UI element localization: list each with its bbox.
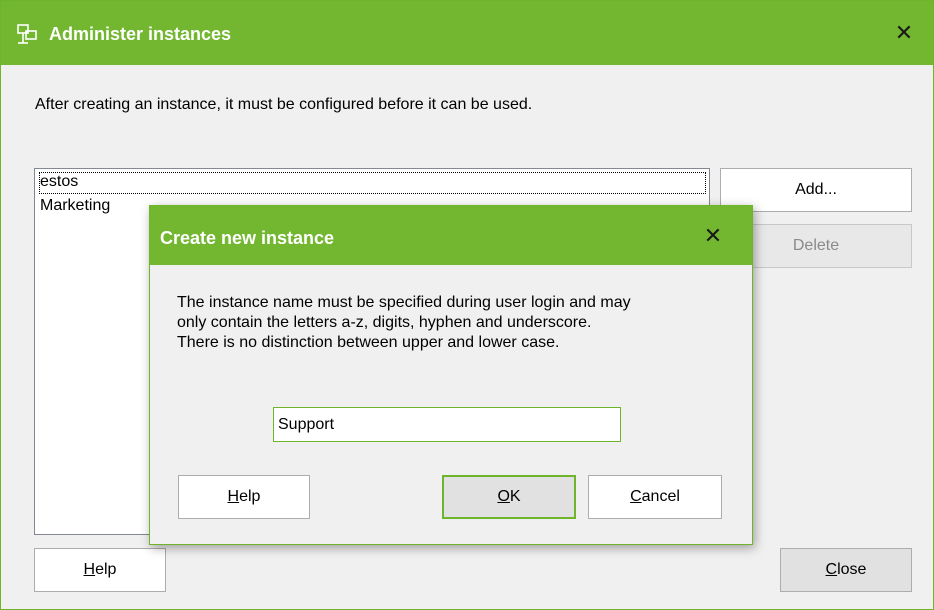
dialog-title-bar: Create new instance ✕ bbox=[150, 206, 752, 265]
cancel-label-rest: ancel bbox=[641, 488, 680, 505]
message-line: only contain the letters a-z, digits, hy… bbox=[177, 314, 592, 331]
close-icon[interactable]: ✕ bbox=[690, 206, 736, 265]
help-mnemonic: H bbox=[83, 561, 96, 578]
message-line: There is no distinction between upper an… bbox=[177, 334, 560, 351]
instance-name-input[interactable] bbox=[273, 407, 621, 442]
dialog-help-button[interactable]: Help bbox=[178, 475, 310, 519]
network-icon bbox=[17, 24, 37, 44]
help-button[interactable]: Help bbox=[34, 548, 166, 592]
intro-text: After creating an instance, it must be c… bbox=[35, 96, 533, 113]
cancel-button[interactable]: Cancel bbox=[588, 475, 722, 519]
title-bar: Administer instances ✕ bbox=[1, 1, 933, 65]
close-label-rest: lose bbox=[837, 561, 867, 578]
cancel-mnemonic: C bbox=[630, 488, 642, 505]
help-label-rest: elp bbox=[239, 488, 261, 505]
ok-mnemonic: O bbox=[497, 488, 510, 505]
close-mnemonic: C bbox=[825, 561, 838, 578]
list-item[interactable]: Marketing bbox=[39, 196, 111, 218]
message-line: The instance name must be specified duri… bbox=[177, 294, 631, 311]
help-mnemonic: H bbox=[227, 488, 240, 505]
create-instance-dialog: Create new instance ✕ The instance name … bbox=[149, 205, 753, 545]
ok-label-rest: K bbox=[509, 488, 521, 505]
list-item[interactable]: estos bbox=[39, 172, 706, 194]
window-title: Administer instances bbox=[49, 24, 232, 44]
close-icon[interactable]: ✕ bbox=[881, 1, 927, 65]
dialog-message: The instance name must be specified duri… bbox=[177, 293, 737, 353]
help-label-rest: elp bbox=[95, 561, 117, 578]
ok-button[interactable]: OK bbox=[442, 475, 576, 519]
close-button[interactable]: Close bbox=[780, 548, 912, 592]
dialog-title: Create new instance bbox=[160, 228, 335, 248]
